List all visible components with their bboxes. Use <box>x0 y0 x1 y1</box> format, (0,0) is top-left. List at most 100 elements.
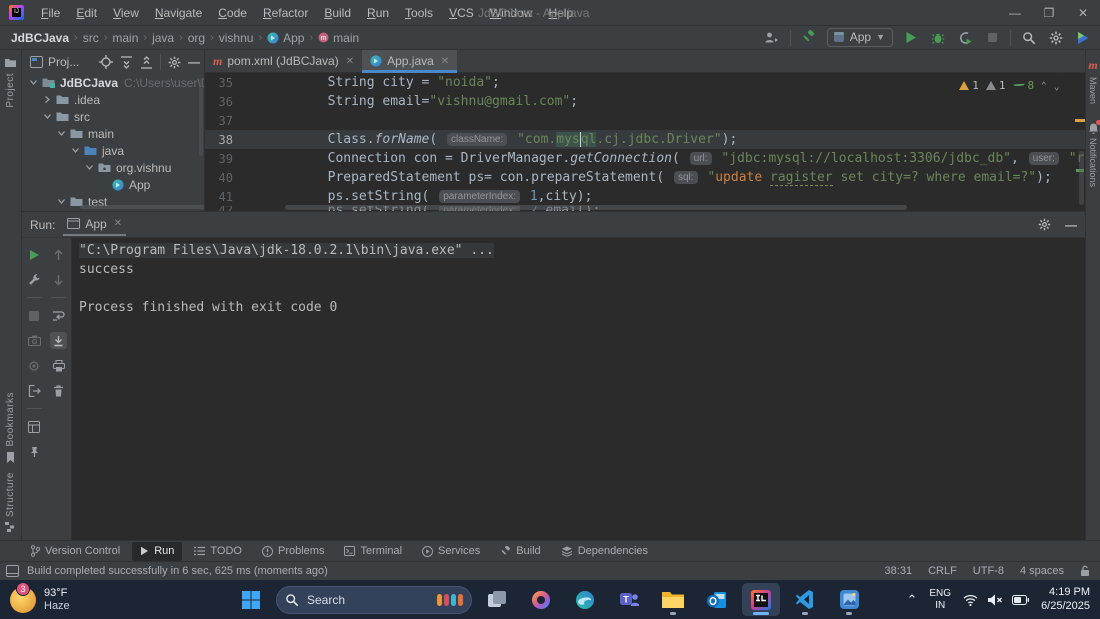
toolwindow-button-problems[interactable]: Problems <box>254 542 332 561</box>
menu-edit[interactable]: Edit <box>69 4 104 22</box>
battery-icon[interactable] <box>1012 594 1030 605</box>
project-vertical-scrollbar[interactable] <box>199 78 203 156</box>
breadcrumb-item-app[interactable]: App <box>264 31 307 45</box>
code-line-37[interactable]: 37 <box>205 111 1085 130</box>
close-tab-icon[interactable]: ✕ <box>441 56 449 67</box>
breadcrumb-item-main[interactable]: m main <box>315 31 362 45</box>
hide-run-panel-icon[interactable]: — <box>1065 218 1077 232</box>
unlock-icon[interactable] <box>1080 565 1090 577</box>
detach-process-icon[interactable] <box>26 382 43 399</box>
run-panel-settings-gear-icon[interactable] <box>1038 218 1051 231</box>
bookmarks-stripe-label[interactable]: Bookmarks <box>5 392 16 447</box>
volume-muted-icon[interactable] <box>987 594 1003 606</box>
console-line[interactable]: "C:\Program Files\Java\jdk-18.0.2.1\bin\… <box>79 243 1085 262</box>
tray-chevron-icon[interactable]: ⌃ <box>906 592 917 608</box>
tree-node-src[interactable]: src <box>22 108 204 125</box>
next-problem-icon[interactable]: ⌃ <box>1054 81 1059 91</box>
project-settings-gear-icon[interactable] <box>168 56 181 69</box>
editor-tab-app-java[interactable]: App.java ✕ <box>362 50 458 73</box>
stop-process-button[interactable] <box>26 307 43 324</box>
minimize-button[interactable]: — <box>998 0 1032 25</box>
tree-node--idea[interactable]: .idea <box>22 91 204 108</box>
breadcrumb-item-src[interactable]: src <box>80 31 102 45</box>
menu-file[interactable]: File <box>34 4 67 22</box>
pin-tab-icon[interactable] <box>26 443 43 460</box>
modify-run-config-icon[interactable] <box>26 271 43 288</box>
rerun-button[interactable] <box>26 246 43 263</box>
project-horizontal-scrollbar[interactable] <box>80 205 204 209</box>
breadcrumb-item-org[interactable]: org <box>185 31 208 45</box>
hide-panel-icon[interactable]: — <box>188 55 200 69</box>
tree-chevron-icon[interactable] <box>28 78 39 87</box>
menu-navigate[interactable]: Navigate <box>148 4 209 22</box>
code-line-39[interactable]: 39 Connection con = DriverManager. getCon… <box>205 149 1085 168</box>
toolwindow-button-services[interactable]: Services <box>414 542 488 561</box>
wifi-icon[interactable] <box>963 594 978 606</box>
menu-vcs[interactable]: VCS <box>442 4 481 22</box>
next-occurrence-icon[interactable] <box>50 271 67 288</box>
build-hammer-icon[interactable] <box>800 29 818 47</box>
tree-node-org-vishnu[interactable]: org.vishnu <box>22 159 204 176</box>
tree-chevron-icon[interactable] <box>84 163 95 172</box>
taskbar-app-outlook[interactable] <box>698 583 736 616</box>
language-switcher[interactable]: ENG IN <box>929 588 951 612</box>
menu-run[interactable]: Run <box>360 4 396 22</box>
toolwindow-button-todo[interactable]: TODO <box>186 542 250 561</box>
tree-node-java[interactable]: java <box>22 142 204 159</box>
close-button[interactable]: ✕ <box>1066 0 1100 25</box>
project-panel-title[interactable]: Proj... <box>30 55 79 69</box>
code-editor[interactable]: 1 1 8 ⌃ ⌃ 35 String city = "noida"; 36 St… <box>205 73 1085 211</box>
notifications-stripe-label[interactable]: Notifications <box>1088 138 1098 187</box>
tree-node-main[interactable]: main <box>22 125 204 142</box>
line-separator[interactable]: CRLF <box>928 565 957 577</box>
run-configuration-select[interactable]: App ▼ <box>826 28 893 47</box>
taskbar-app-task-view[interactable] <box>478 583 516 616</box>
run-button[interactable] <box>902 29 920 47</box>
structure-stripe-label[interactable]: Structure <box>5 472 16 517</box>
code-line-35[interactable]: 35 String city = "noida"; <box>205 73 1085 92</box>
clock[interactable]: 4:19 PM 6/25/2025 <box>1041 586 1090 614</box>
taskbar-app-intellij-idea[interactable] <box>742 583 780 616</box>
toolwindow-button-build[interactable]: Build <box>492 542 548 561</box>
locate-file-icon[interactable] <box>99 55 113 69</box>
prev-occurrence-icon[interactable] <box>50 246 67 263</box>
editor-vertical-scrollbar[interactable] <box>1079 151 1084 205</box>
menu-view[interactable]: View <box>106 4 146 22</box>
toolwindow-button-run[interactable]: Run <box>132 541 183 561</box>
restore-layout-icon[interactable] <box>26 418 43 435</box>
menu-tools[interactable]: Tools <box>398 4 440 22</box>
toolwindow-button-version-control[interactable]: Version Control <box>22 542 128 561</box>
file-encoding[interactable]: UTF-8 <box>973 565 1004 577</box>
menu-refactor[interactable]: Refactor <box>256 4 315 22</box>
taskbar-app-file-explorer[interactable] <box>654 583 692 616</box>
notifications-bell-icon[interactable] <box>1088 120 1100 135</box>
tree-node-jdbcjava[interactable]: JdBCJava C:\Users\user\Deskt <box>22 74 204 91</box>
close-console-tab-icon[interactable]: ✕ <box>114 218 122 229</box>
tree-chevron-icon[interactable] <box>70 146 81 155</box>
taskbar-app-copilot[interactable] <box>522 583 560 616</box>
taskbar-app-photos[interactable] <box>830 583 868 616</box>
taskbar-search[interactable]: Search <box>276 585 472 614</box>
toolwindow-switcher-icon[interactable] <box>6 565 19 577</box>
taskbar-app-teams[interactable]: T <box>610 583 648 616</box>
console-line[interactable]: success <box>79 262 1085 281</box>
close-tab-icon[interactable]: ✕ <box>346 56 354 67</box>
console-line[interactable] <box>79 281 1085 300</box>
print-icon[interactable] <box>50 357 67 374</box>
profiler-button[interactable] <box>956 29 974 47</box>
menu-build[interactable]: Build <box>317 4 358 22</box>
stop-button[interactable] <box>983 29 1001 47</box>
tree-chevron-icon[interactable] <box>42 112 53 121</box>
maximize-button[interactable]: ❐ <box>1032 0 1066 25</box>
maven-stripe-label[interactable]: Maven <box>1088 77 1098 104</box>
breadcrumb-item-java[interactable]: java <box>149 31 177 45</box>
expand-all-icon[interactable] <box>120 55 133 69</box>
menu-code[interactable]: Code <box>211 4 254 22</box>
scroll-to-end-icon[interactable] <box>50 332 68 349</box>
run-console-output[interactable]: "C:\Program Files\Java\jdk-18.0.2.1\bin\… <box>72 238 1085 540</box>
collapse-all-icon[interactable] <box>140 55 153 69</box>
status-message[interactable]: Build completed successfully in 6 sec, 6… <box>27 565 328 577</box>
inspections-widget[interactable]: 1 1 8 ⌃ ⌃ <box>955 77 1063 94</box>
breadcrumb-item-jdbcjava[interactable]: JdBCJava <box>8 31 72 45</box>
taskbar-app-edge[interactable] <box>566 583 604 616</box>
